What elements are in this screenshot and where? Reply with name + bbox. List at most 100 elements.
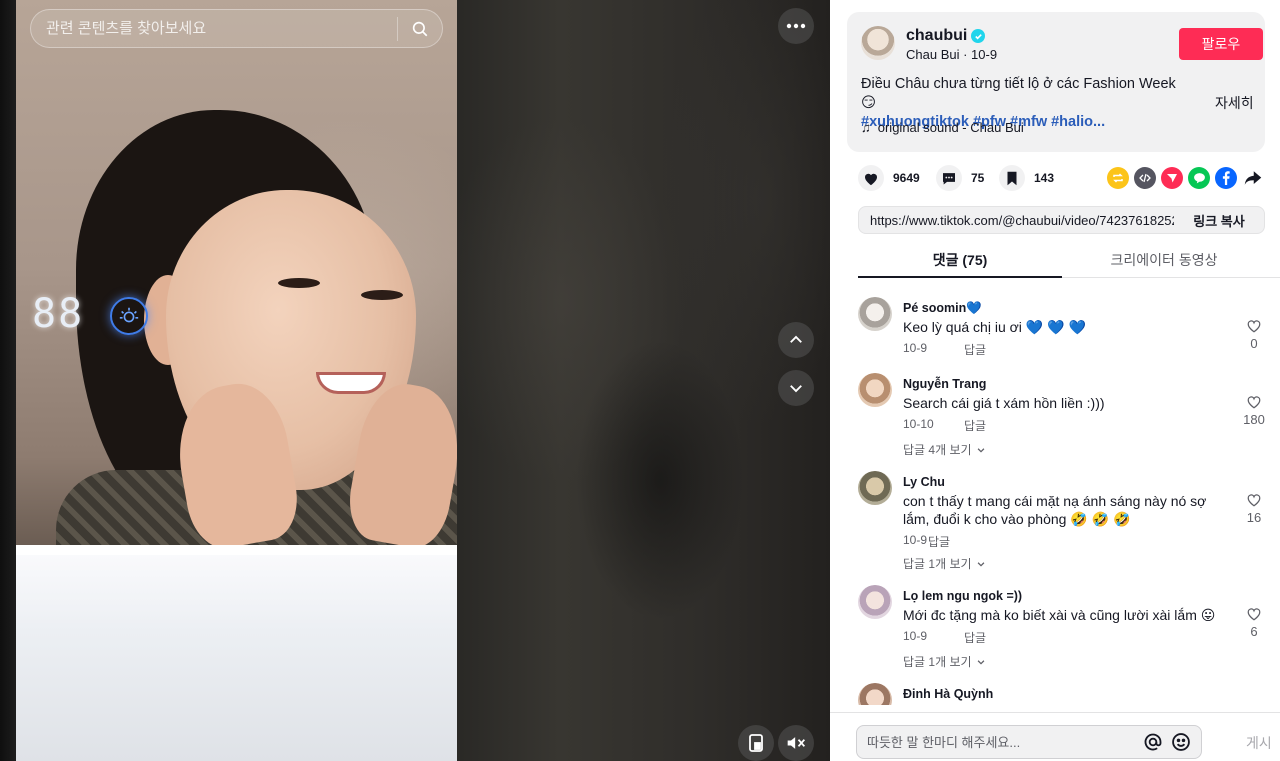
view-replies-button[interactable]: 답글 4개 보기: [903, 441, 986, 458]
author-avatar[interactable]: [861, 26, 895, 60]
mirror-digital-counter: 88: [32, 291, 85, 337]
commenter-name[interactable]: Lọ lem ngu ngok =)): [903, 589, 1022, 603]
comment-count: 75: [971, 171, 985, 185]
caption-text: Điều Châu chưa từng tiết lộ ở các Fashio…: [861, 76, 1176, 111]
commenter-avatar[interactable]: [858, 471, 892, 505]
next-video-button[interactable]: [778, 370, 814, 406]
at-sign-icon: [1144, 733, 1162, 751]
pip-icon: [749, 734, 763, 752]
author-subline: Chau Bui · 10-9: [906, 47, 998, 62]
comment-date: 10-9: [903, 629, 928, 643]
comment-input[interactable]: [857, 734, 1139, 750]
comment-like: 0: [1234, 319, 1274, 351]
comment-like: 6: [1234, 607, 1274, 639]
commenter-name[interactable]: Pé soomin💙: [903, 301, 982, 316]
follow-button[interactable]: 팔로우: [1179, 28, 1263, 60]
chevron-down-icon: [977, 659, 984, 665]
view-replies-button[interactable]: 답글 1개 보기: [903, 653, 986, 670]
repost-icon[interactable]: [1107, 167, 1129, 189]
like-button[interactable]: [858, 165, 884, 191]
sound-label: original sound - Chau Bui: [877, 120, 1024, 135]
comment-date: 10-9: [903, 341, 928, 355]
like-count: 9649: [893, 171, 920, 185]
send-icon[interactable]: [1161, 167, 1183, 189]
comment-composer: 게시: [830, 712, 1280, 761]
heart-outline-icon[interactable]: [1246, 493, 1262, 507]
comment-like: 16: [1234, 493, 1274, 525]
video-info-card: chaubui Chau Bui · 10-9 팔로우 Điều Châu ch…: [847, 12, 1265, 152]
chevron-down-icon: [977, 561, 984, 567]
commenter-name[interactable]: Nguyễn Trang: [903, 377, 986, 391]
comment-bubble-icon: [943, 172, 955, 184]
comments-tabs: 댓글 (75) 크리에이터 동영상: [858, 244, 1280, 278]
comment-like-count: 180: [1243, 412, 1265, 427]
picture-in-picture-button[interactable]: [738, 725, 774, 761]
comment-text: Mới đc tặng mà ko biết xài và cũng lười …: [903, 607, 1216, 623]
comment-text: Search cái giá t xám hồn liền :))): [903, 395, 1105, 411]
reply-button[interactable]: 답글: [964, 629, 986, 646]
mute-button[interactable]: [778, 725, 814, 761]
like-action: 9649: [858, 165, 920, 191]
video-frame[interactable]: 88: [16, 0, 457, 761]
music-note-icon: ♫: [861, 120, 871, 135]
share-arrow-icon[interactable]: [1242, 167, 1264, 189]
commenter-avatar[interactable]: [858, 683, 892, 705]
comment-like: 180: [1234, 395, 1274, 427]
comment-date: 10-10: [903, 417, 934, 431]
save-action: 143: [999, 165, 1054, 191]
bookmark-icon: [1007, 171, 1017, 185]
heart-outline-icon[interactable]: [1246, 607, 1262, 621]
author-username[interactable]: chaubui: [906, 27, 986, 45]
video-link-box: https://www.tiktok.com/@chaubui/video/74…: [858, 206, 1265, 234]
previous-video-button[interactable]: [778, 322, 814, 358]
embed-icon[interactable]: [1134, 167, 1156, 189]
search-input[interactable]: [31, 20, 397, 37]
search-button[interactable]: [398, 9, 442, 48]
comment-date: 10-9: [903, 533, 928, 547]
mirror-light-icon: [110, 297, 148, 335]
smiley-icon: [1172, 733, 1190, 751]
comment-input-box: [856, 725, 1202, 759]
tab-creator-videos[interactable]: 크리에이터 동영상: [1062, 244, 1266, 278]
tab-comments[interactable]: 댓글 (75): [858, 244, 1062, 278]
chevron-up-icon: [790, 335, 802, 343]
post-date: 10-9: [971, 47, 998, 62]
commenter-avatar[interactable]: [858, 585, 892, 619]
author-display-name: Chau Bui: [906, 47, 960, 62]
mention-button[interactable]: [1139, 728, 1167, 756]
chevron-down-icon: [977, 447, 984, 453]
copy-link-button[interactable]: 링크 복사: [1174, 211, 1264, 230]
emoji-button[interactable]: [1167, 728, 1195, 756]
commenter-name[interactable]: Ly Chu: [903, 475, 945, 489]
commenter-avatar[interactable]: [858, 373, 892, 407]
caption-more-link[interactable]: 자세히: [1215, 93, 1254, 113]
save-button[interactable]: [999, 165, 1025, 191]
vanity-surface: [16, 545, 457, 761]
reply-button[interactable]: 답글: [928, 533, 950, 550]
more-options-button[interactable]: [778, 8, 814, 44]
volume-muted-icon: [787, 737, 806, 749]
comment-button[interactable]: [936, 165, 962, 191]
video-url[interactable]: https://www.tiktok.com/@chaubui/video/74…: [859, 213, 1174, 228]
comment-like-count: 0: [1250, 336, 1258, 351]
video-player[interactable]: 88: [0, 0, 830, 761]
action-bar: 9649 75 143: [858, 165, 1262, 191]
heart-outline-icon[interactable]: [1246, 319, 1262, 333]
commenter-avatar[interactable]: [858, 297, 892, 331]
view-replies-button[interactable]: 답글 1개 보기: [903, 555, 986, 572]
details-panel: chaubui Chau Bui · 10-9 팔로우 Điều Châu ch…: [830, 0, 1280, 761]
reply-button[interactable]: 답글: [964, 417, 986, 434]
post-comment-button[interactable]: 게시: [1246, 733, 1272, 753]
commenter-name[interactable]: Đinh Hà Quỳnh: [903, 687, 993, 701]
line-icon[interactable]: [1188, 167, 1210, 189]
sound-link[interactable]: ♫ original sound - Chau Bui: [861, 120, 1024, 135]
heart-icon: [865, 173, 877, 185]
heart-outline-icon[interactable]: [1246, 395, 1262, 409]
comment-text: con t thấy t mang cái mặt nạ ánh sáng nà…: [903, 493, 1207, 527]
reply-button[interactable]: 답글: [964, 341, 986, 358]
facebook-icon[interactable]: [1215, 167, 1237, 189]
comment-action: 75: [936, 165, 984, 191]
comment-text: Keo lỳ quá chị iu ơi 💙 💙 💙: [903, 319, 1086, 335]
search-icon: [412, 21, 428, 36]
comment-list: Pé soomin💙 Keo lỳ quá chị iu ơi 💙 💙 💙 10…: [830, 285, 1280, 705]
